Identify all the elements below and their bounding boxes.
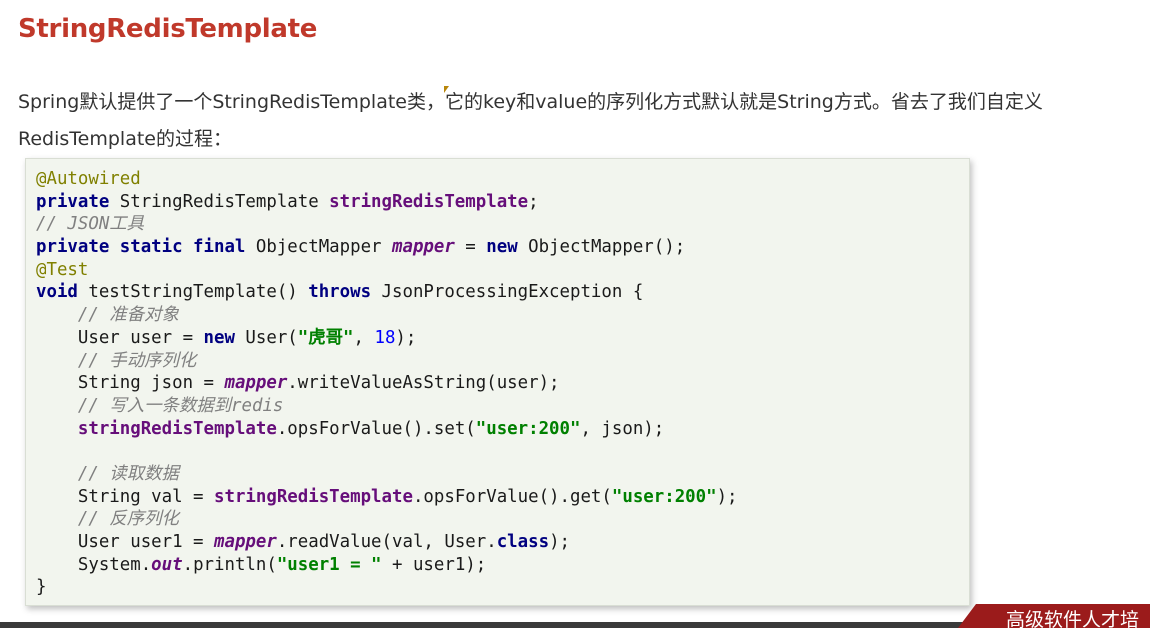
code-token: String json = [36,373,225,394]
code-token: "user:200" [475,418,581,439]
code-line: // 反序列化 [36,508,738,531]
footer-banner-text: 高级软件人才培 [1006,609,1140,628]
code-token: testStringTemplate() [77,282,309,303]
code-token: StringRedisTemplate [109,191,330,212]
code-token: .println( [182,554,277,575]
code-token: .opsForValue().set( [276,418,476,439]
code-line: System.out.println("user1 = " + user1); [36,554,738,577]
code-token: @Autowired [36,169,141,189]
code-token: User( [234,327,298,348]
code-line: @Autowired [36,168,738,191]
code-content: @Autowired private StringRedisTemplate st… [36,168,738,599]
code-token: ObjectMapper(); [517,237,686,258]
code-token: + user1); [381,554,487,575]
code-token: // 写入一条数据到redis [77,395,284,416]
code-block: @Autowired private StringRedisTemplate st… [25,158,970,606]
description-paragraph: Spring默认提供了一个StringRedisTemplate类，它的key和… [18,91,1043,150]
code-token: System. [36,554,152,575]
page-title: StringRedisTemplate [18,14,318,44]
code-token: .writeValueAsString(user); [287,373,560,394]
code-token: .readValue(val, User. [276,532,497,552]
code-line: @Test [36,259,738,282]
code-token: mapper [392,237,455,258]
code-token: private [36,191,110,212]
code-token: stringRedisTemplate [214,486,413,507]
code-token: private static final [36,237,246,258]
code-token: ); [716,486,738,507]
code-line: stringRedisTemplate.opsForValue().set("u… [36,418,738,441]
code-token: // 读取数据 [77,463,179,484]
code-token: , json); [580,418,665,439]
code-token: "user:200" [611,486,717,507]
code-token: "虎哥" [297,327,354,348]
code-token: 18 [374,327,396,348]
code-token: stringRedisTemplate [77,418,277,439]
code-line: } [36,576,738,599]
code-token: ); [395,327,417,348]
code-token: mapper [214,532,277,552]
code-line: // 准备对象 [36,304,738,327]
code-token: String val = [36,486,214,507]
code-token: new [203,327,235,348]
code-line: // JSON工具 [36,213,738,236]
code-line: // 写入一条数据到redis [36,395,738,418]
code-token: throws [308,282,372,303]
code-line: String json = mapper.writeValueAsString(… [36,372,738,395]
code-token: User user1 = [36,532,214,552]
code-token: , [353,327,375,348]
code-line: private StringRedisTemplate stringRedisT… [36,191,738,214]
code-token: } [36,577,47,598]
code-line: // 手动序列化 [36,350,738,373]
footer-banner: 高级软件人才培 [958,604,1150,628]
code-token: void [36,282,78,303]
code-token: JsonProcessingException { [371,282,644,303]
mouse-cursor-icon [444,86,449,93]
code-token: "user1 = " [276,554,382,575]
code-token: out [151,554,183,575]
code-line: String val = stringRedisTemplate.opsForV… [36,486,738,509]
code-token: new [486,237,518,258]
code-token: // 准备对象 [77,305,179,326]
code-token: ObjectMapper [245,237,392,258]
code-line: void testStringTemplate() throws JsonPro… [36,281,738,304]
code-token: mapper [224,373,288,394]
code-token: // 手动序列化 [77,350,197,371]
code-token: // 反序列化 [77,509,179,530]
code-line: User user = new User("虎哥", 18); [36,327,738,350]
code-token: // JSON工具 [36,214,145,235]
code-token: ; [528,191,539,212]
code-token: class [496,532,550,552]
code-line: private static final ObjectMapper mapper… [36,236,738,259]
code-token: @Test [36,259,89,280]
code-token: ); [549,532,571,552]
code-token: User user = [36,327,204,348]
code-line: // 读取数据 [36,463,738,486]
code-token: .opsForValue().get( [412,486,612,507]
code-token: = [454,237,487,258]
code-line: User user1 = mapper.readValue(val, User.… [36,531,738,554]
code-token: stringRedisTemplate [329,191,529,212]
